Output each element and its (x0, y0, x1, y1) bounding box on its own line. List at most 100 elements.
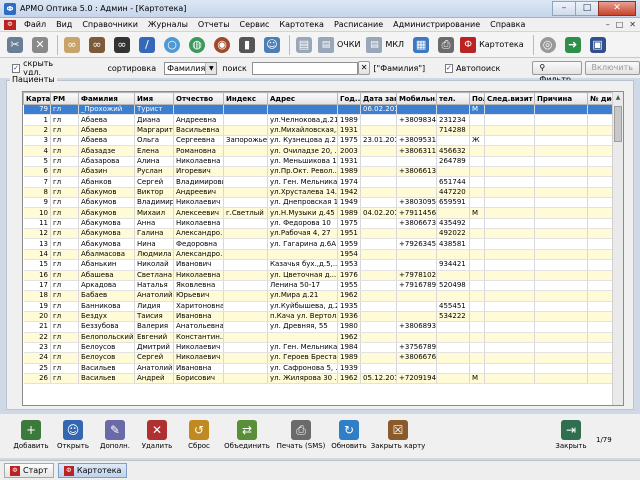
close-card-button[interactable]: ☒ Закрыть карту (371, 414, 425, 450)
filter-button[interactable]: ⚲ Фильтр (532, 61, 582, 84)
minimize-button[interactable]: – (552, 0, 576, 16)
toolbar-export[interactable]: ➜ (562, 34, 584, 56)
toolbar-globe[interactable]: ◍ (186, 34, 208, 56)
scroll-thumb[interactable] (614, 106, 622, 142)
maximize-button[interactable]: □ (575, 0, 599, 16)
column-header[interactable]: Индекс (223, 92, 268, 105)
toolbar-save[interactable]: ▣ (587, 34, 609, 56)
table-row[interactable]: 25 гл Васильев Анатолий Ивановна ул. Сафронов… (23, 363, 623, 374)
menu-help[interactable]: Справка (485, 20, 530, 29)
add-button[interactable]: + Добавить (12, 414, 50, 450)
toolbar-card-index[interactable]: Ф Картотека (460, 36, 524, 53)
table-row[interactable]: 9 гл Абакумов Владимир Николаевич ул. Днепров… (23, 197, 623, 209)
table-row[interactable]: 26 гл Васильев Андрей Борисович ул. Жилярова … (23, 373, 623, 385)
toolbar-table[interactable]: ▦ (410, 34, 432, 56)
menu-references[interactable]: Справочники (77, 20, 143, 29)
close-button[interactable]: ✕ (598, 0, 636, 16)
column-header[interactable]: Карта (23, 92, 51, 105)
toolbar-document[interactable]: ▤ (293, 34, 315, 56)
table-row[interactable]: 8 гл Абакумов Виктор Андреевич ул.Хрусталева … (23, 187, 623, 199)
mdi-logo-icon[interactable]: Ф (4, 19, 16, 30)
toolbar-lens[interactable]: ○ (161, 34, 183, 56)
print-sms-button[interactable]: ⎙ Печать (SMS) (276, 414, 326, 450)
refresh-button[interactable]: ↻ Обновить (330, 414, 368, 450)
mdi-minimize-button[interactable]: – (606, 20, 610, 29)
mdi-restore-button[interactable]: □ (616, 20, 624, 29)
table-row[interactable]: 23 гл Белоусов Дмитрий Николаевич ул. Ген. Ме… (23, 342, 623, 354)
column-header[interactable]: Мобильн... (396, 92, 437, 105)
reset-button[interactable]: ↺ Сброс (180, 414, 218, 450)
table-row-selected[interactable]: 79гл_ПрохожийТурист 06.02.2017 М (23, 104, 623, 116)
table-row[interactable]: 3 гл Абаева Ольга Сергеевна Запорожье ул. Кузн… (23, 135, 623, 147)
taskbar-card-index[interactable]: Ф Картотека (57, 463, 128, 478)
taskbar-start[interactable]: Ф Старт (4, 463, 54, 478)
menu-admin[interactable]: Администрирование (388, 20, 485, 29)
autosearch-checkbox[interactable]: ✓ (444, 63, 454, 73)
column-header[interactable]: Имя (134, 92, 174, 105)
column-header[interactable]: Отчество (173, 92, 224, 105)
column-header[interactable]: РМ (50, 92, 79, 105)
column-header[interactable]: Год... (337, 92, 361, 105)
toolbar-sunglasses[interactable]: ∞ (111, 34, 133, 56)
menu-cards[interactable]: Картотека (274, 20, 329, 29)
table-row[interactable]: 5 гл Абазарова Алина Николаевна ул. Меньшиков… (23, 156, 623, 168)
table-row[interactable]: 22 гл Белопольский Евгений Константин... 1962 (23, 332, 623, 343)
hide-deleted-checkbox[interactable]: ✓ (12, 63, 21, 73)
scroll-up-icon[interactable]: ▲ (613, 92, 623, 103)
clear-search-button[interactable]: ✕ (357, 61, 371, 75)
toolbar-printer[interactable]: ⎙ (435, 34, 457, 56)
toolbar-doctor[interactable]: ☺ (261, 34, 283, 56)
table-row[interactable]: 13 гл Абакумова Нина Федоровна ул. Гагарина д… (23, 238, 623, 250)
column-header[interactable]: Фамилия (78, 92, 135, 105)
table-row[interactable]: 16 гл Абашева Светлана Николаевна ул. Цветочн… (23, 270, 623, 281)
toolbar-cut[interactable]: ✂ (4, 34, 26, 56)
toolbar-tool[interactable]: / (136, 34, 158, 56)
toolbar-eye[interactable]: ◉ (211, 34, 233, 56)
vertical-scrollbar[interactable]: ▲ (612, 92, 623, 405)
table-row[interactable]: 4 гл Абазадзе Елена Романовна ул. Очиладзе 20… (23, 145, 623, 157)
column-header[interactable]: Адрес (267, 92, 338, 105)
table-row[interactable]: 7глАбанковСергейВладимирович ул. Ген. Мел… (23, 176, 623, 188)
table-row[interactable]: 24 гл Белоусов Сергей Николаевич ул. Героев Б… (23, 352, 623, 364)
table-row[interactable]: 17 гл Аркадова Наталья Яковлевна Ленина 50-17… (23, 280, 623, 292)
open-button[interactable]: ☺ Открыть (54, 414, 92, 450)
sort-select[interactable]: Фамилия ▼ (164, 61, 218, 75)
table-row[interactable]: 21 гл Беззубова Валерия Анатольевна ул. Древн… (23, 321, 623, 333)
enable-button[interactable]: Включить (584, 61, 640, 75)
menu-file[interactable]: Файл (19, 20, 51, 29)
table-row[interactable]: 10 гл Абакумов Михаил Алексеевич г.Светлый ул.… (23, 207, 623, 219)
column-header[interactable]: Причина (534, 92, 588, 105)
table-row[interactable]: 14 гл Абалмасова Людмила Александро... 1954 (23, 249, 623, 261)
mdi-close-button[interactable]: ✕ (629, 20, 636, 29)
delete-button[interactable]: ✕ Удалить (138, 414, 176, 450)
toolbar-glasses-orders[interactable]: ▤ ОЧКИ (318, 36, 360, 53)
table-row[interactable]: 2 гл Абаева Маргарита Васильевна ул.Михайловс… (23, 125, 623, 137)
table-row[interactable]: 6 гл Абазин Руслан Игоревич ул.Пр.Окт. Револ.… (23, 166, 623, 178)
toolbar-bottle[interactable]: ▮ (236, 34, 258, 56)
toolbar-cancel[interactable]: ✕ (29, 34, 51, 56)
patients-grid[interactable]: Карта РМ Фамилия Имя Отчество Индекс Адрес Год.… (22, 91, 624, 406)
column-header[interactable]: Дата зап... (360, 92, 397, 105)
menu-service[interactable]: Сервис (235, 20, 275, 29)
search-input[interactable] (251, 61, 358, 75)
column-header[interactable]: тел. (436, 92, 470, 105)
table-row[interactable]: 18 гл Бабаев Анатолий Юрьевич ул.Мира д.21 196… (23, 290, 623, 302)
merge-button[interactable]: ⇄ Объединить (222, 414, 272, 450)
table-row[interactable]: 15 гл Абанькин Николай Иванович Казачья бух.,… (23, 259, 623, 271)
toolbar-disk[interactable]: ◎ (537, 34, 559, 56)
table-row[interactable]: 20 гл Бездух Таисия Ивановна п.Кача ул. Верто… (23, 311, 623, 323)
column-header[interactable]: След.визит (484, 92, 535, 105)
menu-view[interactable]: Вид (51, 20, 77, 29)
menu-reports[interactable]: Отчеты (193, 20, 235, 29)
table-row[interactable]: 1 гл Абаева Диана Андреевна ул.Челнокова,д.21… (23, 114, 623, 126)
table-row[interactable]: 12 гл Абакумова Галина Александро... ул.Рабоч… (23, 228, 623, 240)
table-row[interactable]: 19 гл Банникова Лидия Харитоновна ул.Куйбышев… (23, 301, 623, 312)
toolbar-contact-lenses[interactable]: ▤ МКЛ (366, 36, 404, 53)
extra-button[interactable]: ✎ Дополн. (96, 414, 134, 450)
toolbar-glasses-2[interactable]: ∞ (86, 34, 108, 56)
menu-journals[interactable]: Журналы (143, 20, 193, 29)
column-header[interactable]: Пол (469, 92, 485, 105)
toolbar-glasses[interactable]: ∞ (61, 34, 83, 56)
close-window-button[interactable]: ⇥ Закрыть (552, 414, 590, 450)
table-row[interactable]: 11 гл Абакумова Анна Николаевна ул. Федорова … (23, 218, 623, 230)
